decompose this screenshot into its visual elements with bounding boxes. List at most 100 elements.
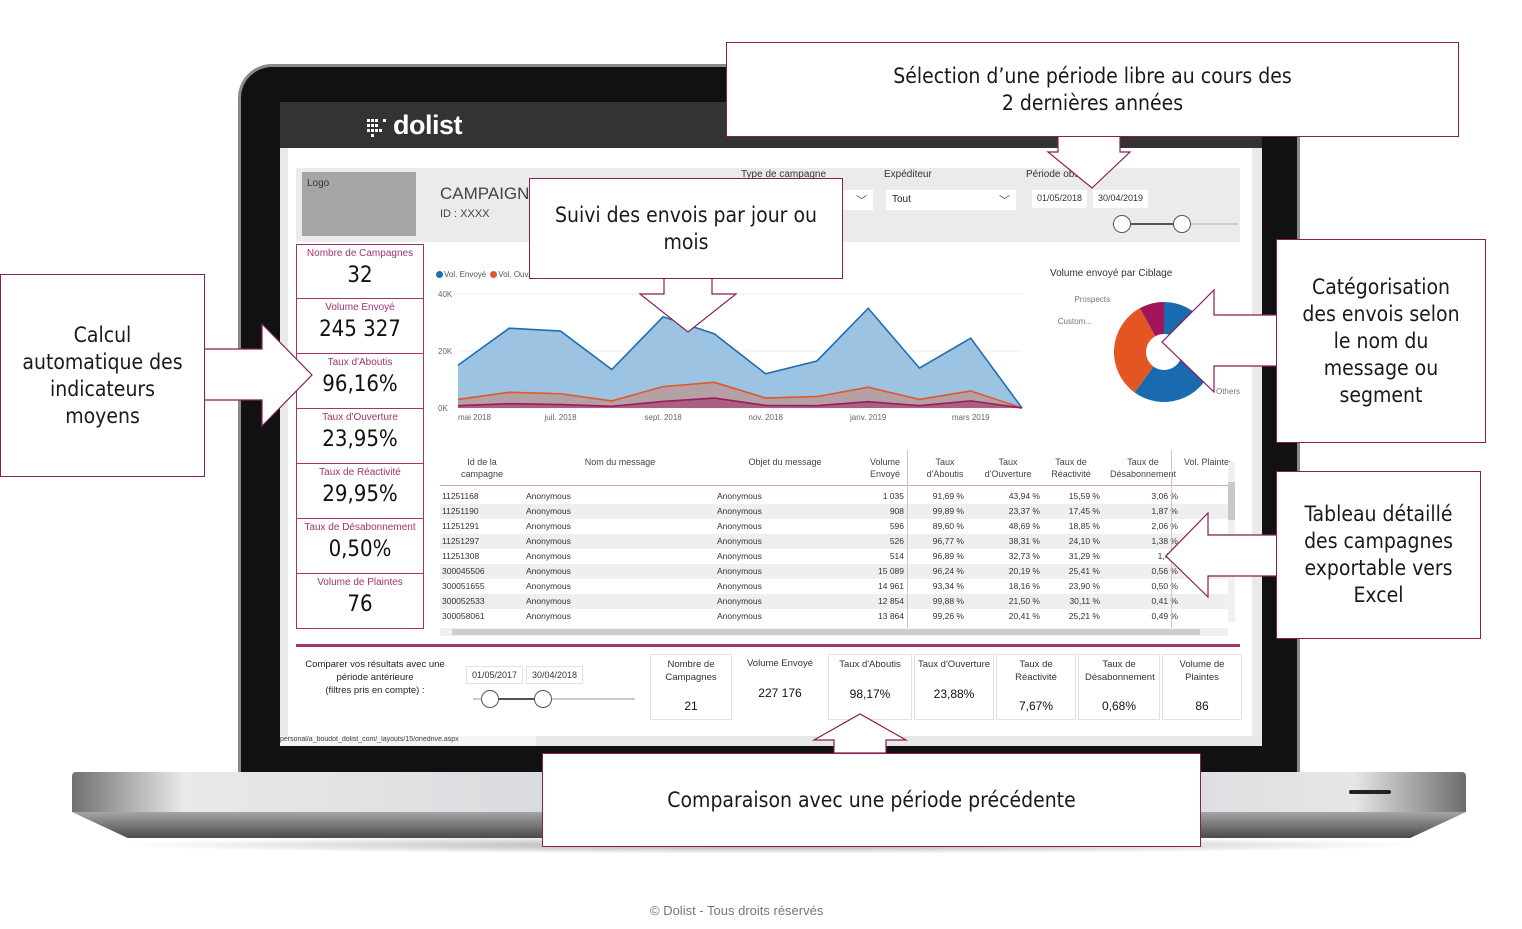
callout-text: automatique des xyxy=(22,349,183,374)
table-cell: 11251291 xyxy=(442,521,480,531)
data-point[interactable] xyxy=(968,388,973,393)
compare-start-input[interactable]: 01/05/2017 xyxy=(466,666,524,684)
column-header-name[interactable]: Nom du message xyxy=(580,456,660,468)
table-cell: 25,41 % xyxy=(1068,566,1100,576)
table-cell: Anonymous xyxy=(526,596,571,606)
compare-slider-start-handle[interactable] xyxy=(481,690,499,708)
data-point[interactable] xyxy=(866,399,871,404)
column-header-volume[interactable]: Volume Envoyé xyxy=(860,456,910,480)
compare-card-label: Taux de Désabonnement xyxy=(1085,659,1155,683)
callout-text: 2 dernières années xyxy=(1001,90,1184,115)
compare-slider-end-handle[interactable] xyxy=(534,690,552,708)
campaigns-table: Id de la campagne Nom du message Objet d… xyxy=(440,450,1235,636)
data-point[interactable] xyxy=(456,397,461,402)
column-header-open[interactable]: Taux d'Ouverture xyxy=(980,456,1036,480)
table-cell: Anonymous xyxy=(717,491,762,501)
data-point[interactable] xyxy=(968,398,973,403)
donut-label: Others xyxy=(1216,387,1240,396)
table-cell: 31,29 % xyxy=(1068,551,1100,561)
data-point[interactable] xyxy=(609,404,614,409)
data-point[interactable] xyxy=(917,366,922,371)
table-row[interactable]: 300051655 Anonymous Anonymous 14 961 93,34 %… xyxy=(440,579,1228,594)
data-point[interactable] xyxy=(661,384,666,389)
data-point[interactable] xyxy=(866,306,871,311)
data-point[interactable] xyxy=(763,396,768,401)
table-row[interactable]: 300052533 Anonymous Anonymous 12 854 99,88 %… xyxy=(440,594,1228,609)
table-row[interactable]: 11251297 Anonymous Anonymous 526 96,77 % 38,3… xyxy=(440,534,1228,549)
table-row[interactable]: 11251168 Anonymous Anonymous 1 035 91,69 % 43… xyxy=(440,489,1228,504)
callout-text: Tableau détaillé xyxy=(1304,502,1453,526)
compare-instructions: Comparer vos résultats avec une période … xyxy=(300,658,450,697)
table-row[interactable]: 300058061 Anonymous Anonymous 13 864 99,26 %… xyxy=(440,609,1228,624)
table-cell: 20,41 % xyxy=(1008,611,1040,621)
table-cell: 12 854 xyxy=(878,596,904,606)
callout-text: indicateurs xyxy=(49,376,156,401)
kpi-label: Volume de Plaintes xyxy=(317,577,403,588)
data-point[interactable] xyxy=(609,398,614,403)
data-point[interactable] xyxy=(507,401,512,406)
brand-name: dolist xyxy=(393,110,463,140)
column-header-complaints[interactable]: Vol. Plaintes xyxy=(1184,456,1230,468)
data-point[interactable] xyxy=(968,336,973,341)
data-point[interactable] xyxy=(814,403,819,408)
column-header-delivery[interactable]: Taux d'Aboutis xyxy=(920,456,970,480)
compare-card-label: Volume Envoyé xyxy=(746,658,813,669)
column-header-id[interactable]: Id de la campagne xyxy=(454,456,510,480)
data-point[interactable] xyxy=(661,399,666,404)
data-point[interactable] xyxy=(456,403,461,408)
scrollbar-thumb[interactable] xyxy=(1228,482,1235,520)
sender-dropdown[interactable]: Tout ﹀ xyxy=(886,190,1016,210)
table-cell: 1 035 xyxy=(882,491,904,501)
data-point[interactable] xyxy=(558,391,563,396)
legend-item[interactable]: Vol. Envoyé xyxy=(436,270,486,279)
x-tick-label: nov. 2018 xyxy=(748,413,783,422)
period-start-input[interactable]: 01/05/2018 xyxy=(1032,190,1088,208)
column-header-reactivity[interactable]: Taux de Réactivité xyxy=(1044,456,1098,480)
data-point[interactable] xyxy=(917,403,922,408)
data-point[interactable] xyxy=(507,390,512,395)
table-row[interactable]: 300045506 Anonymous Anonymous 15 089 96,24 %… xyxy=(440,564,1228,579)
data-point[interactable] xyxy=(763,371,768,376)
report-margin-right xyxy=(1252,148,1262,746)
data-point[interactable] xyxy=(814,394,819,399)
compare-end-input[interactable]: 30/04/2018 xyxy=(526,666,584,684)
table-cell: Anonymous xyxy=(717,536,762,546)
compare-text-line: période antérieure xyxy=(336,672,414,683)
data-point[interactable] xyxy=(661,314,666,319)
column-header-subject[interactable]: Objet du message xyxy=(740,456,830,468)
period-label: Période obs xyxy=(1026,169,1080,180)
table-row[interactable]: 11251308 Anonymous Anonymous 514 96,89 % 32,7… xyxy=(440,549,1228,564)
data-point[interactable] xyxy=(1020,406,1025,411)
table-cell: 18,16 % xyxy=(1008,581,1040,591)
data-point[interactable] xyxy=(609,367,614,372)
table-cell: Anonymous xyxy=(526,551,571,561)
data-point[interactable] xyxy=(917,397,922,402)
period-end-input[interactable]: 30/04/2019 xyxy=(1093,190,1149,208)
table-row[interactable]: 11251291 Anonymous Anonymous 596 89,60 % 48,6… xyxy=(440,519,1228,534)
data-point[interactable] xyxy=(763,403,768,408)
table-horizontal-scrollbar[interactable] xyxy=(440,628,1228,636)
callout-text: Catégorisation xyxy=(1312,274,1450,299)
table-vertical-scrollbar[interactable] xyxy=(1228,462,1235,622)
data-point[interactable] xyxy=(814,358,819,363)
data-point[interactable] xyxy=(507,326,512,331)
data-point[interactable] xyxy=(712,331,717,336)
scrollbar-thumb[interactable] xyxy=(452,629,1200,635)
data-point[interactable] xyxy=(712,380,717,385)
legend-dot-icon xyxy=(436,271,443,278)
data-point[interactable] xyxy=(558,329,563,334)
table-row[interactable]: 11251190 Anonymous Anonymous 908 99,89 % 23,3… xyxy=(440,504,1228,519)
period-slider-end-handle[interactable] xyxy=(1173,215,1191,233)
data-point[interactable] xyxy=(456,363,461,368)
compare-card-reactivity-rate: Taux de Réactivité 7,67% xyxy=(996,654,1076,720)
table-cell: 526 xyxy=(889,536,904,546)
data-point[interactable] xyxy=(712,396,717,401)
data-point[interactable] xyxy=(866,385,871,390)
callout-text: des envois selon xyxy=(1302,301,1460,326)
table-cell: Anonymous xyxy=(526,521,571,531)
kpi-label: Taux d'Aboutis xyxy=(327,357,393,368)
data-point[interactable] xyxy=(558,402,563,407)
legend-item[interactable]: Vol. Ouv... xyxy=(490,270,535,279)
period-slider-start-handle[interactable] xyxy=(1113,215,1131,233)
donut-svg: Prospects Custom... Others xyxy=(1058,295,1240,402)
